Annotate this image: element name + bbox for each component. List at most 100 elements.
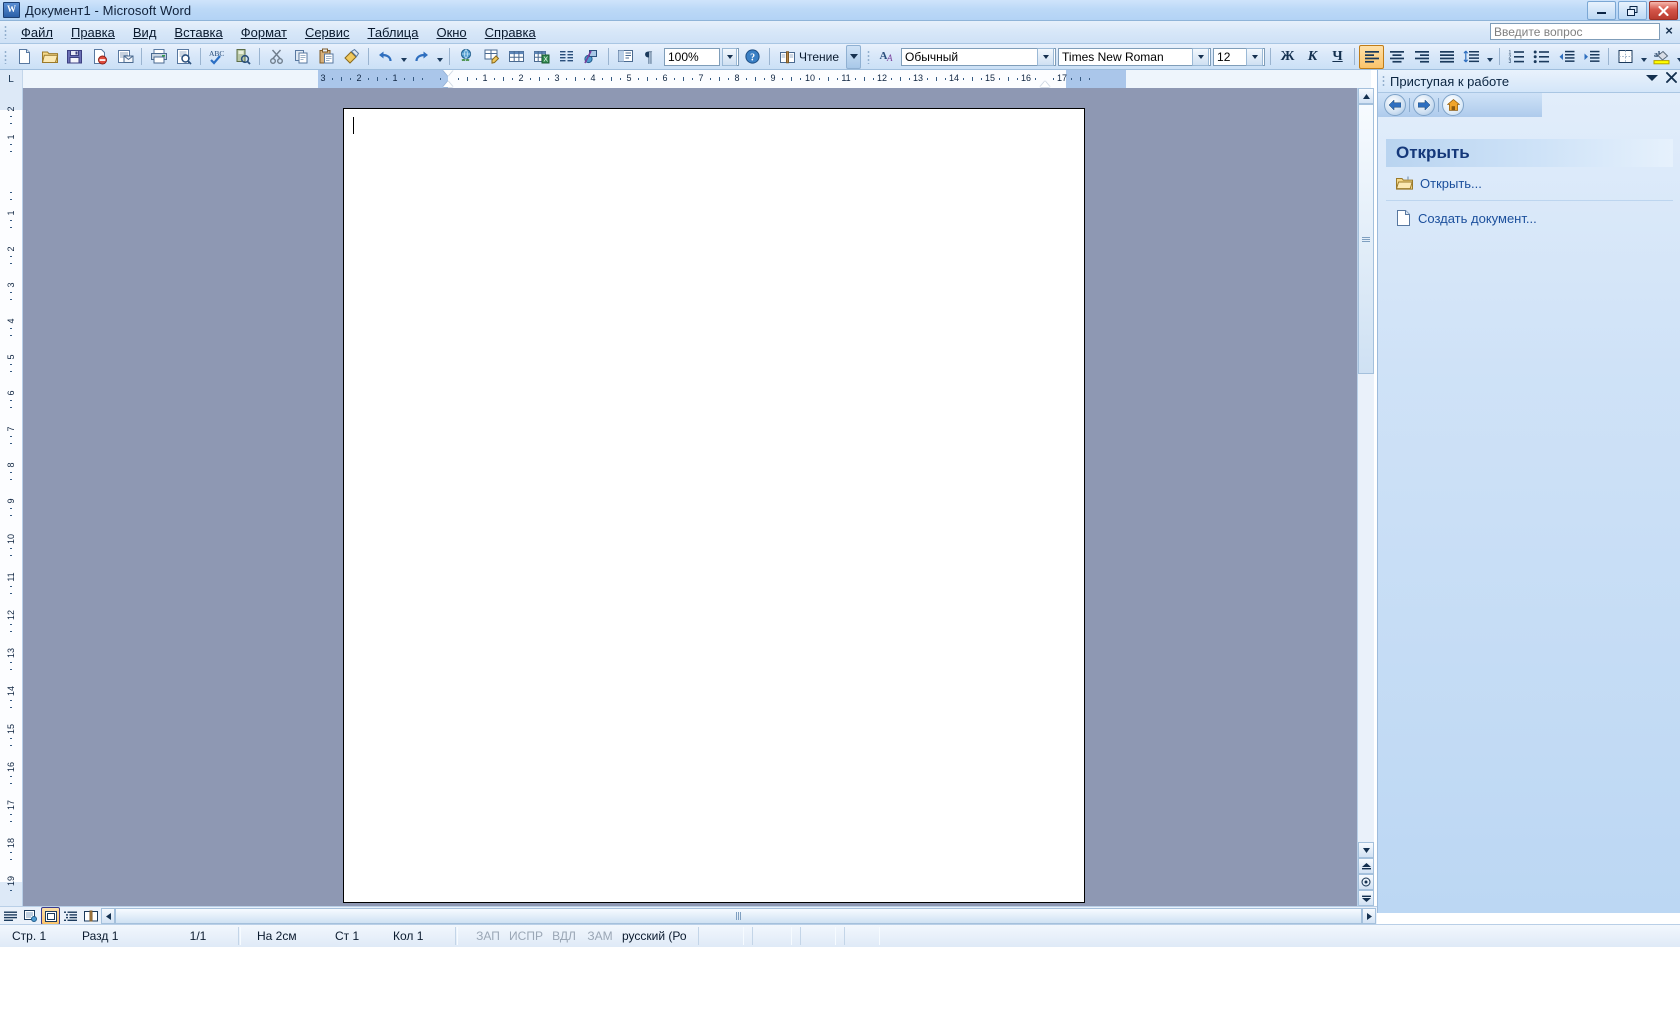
- styles-and-formatting-icon[interactable]: A A: [875, 45, 900, 69]
- reading-layout-view-icon[interactable]: [81, 907, 100, 925]
- undo-dropdown-arrow[interactable]: [398, 46, 409, 68]
- document-map-icon[interactable]: [613, 45, 638, 69]
- tab-stop-selector[interactable]: L: [0, 70, 23, 88]
- status-indicator-ext[interactable]: ВДЛ: [546, 927, 582, 945]
- task-pane-grip[interactable]: [1382, 75, 1385, 87]
- font-size-combo[interactable]: 12: [1213, 48, 1265, 66]
- status-indicator-rec[interactable]: ЗАП: [470, 927, 506, 945]
- print-preview-icon[interactable]: [171, 45, 196, 69]
- redo-dropdown-arrow[interactable]: [434, 46, 445, 68]
- help-icon[interactable]: ?: [740, 45, 765, 69]
- bold-button[interactable]: Ж: [1275, 45, 1300, 69]
- line-spacing-dropdown-arrow[interactable]: [1484, 46, 1495, 68]
- save-icon[interactable]: [62, 45, 87, 69]
- line-spacing-icon[interactable]: [1459, 45, 1484, 69]
- borders-icon[interactable]: [1613, 45, 1638, 69]
- cut-icon[interactable]: [264, 45, 289, 69]
- print-icon[interactable]: [146, 45, 171, 69]
- new-document-icon[interactable]: [12, 45, 37, 69]
- menu-edit[interactable]: Правка: [62, 22, 124, 43]
- previous-page-button[interactable]: [1358, 858, 1374, 874]
- task-pane-item-new-document[interactable]: Создать документ...: [1386, 201, 1673, 235]
- standard-toolbar-grip[interactable]: [4, 50, 7, 64]
- underline-button[interactable]: Ч: [1325, 45, 1350, 69]
- status-indicator-trk[interactable]: ИСПР: [506, 927, 546, 945]
- style-combo[interactable]: Обычный: [901, 48, 1056, 66]
- align-left-icon[interactable]: [1359, 45, 1384, 69]
- menubar-grip[interactable]: [4, 25, 7, 39]
- zoom-combo[interactable]: 100%: [664, 48, 720, 66]
- highlight-dropdown-arrow[interactable]: [1674, 46, 1680, 68]
- outline-view-icon[interactable]: [61, 907, 80, 925]
- document-page[interactable]: [343, 108, 1085, 903]
- bulleted-list-icon[interactable]: [1529, 45, 1554, 69]
- menu-window[interactable]: Окно: [427, 22, 475, 43]
- vertical-scroll-thumb[interactable]: [1358, 104, 1374, 374]
- zoom-chevron-down-icon[interactable]: [722, 48, 737, 66]
- back-arrow-icon[interactable]: [1384, 94, 1406, 116]
- close-icon[interactable]: [1666, 72, 1677, 83]
- menu-tools[interactable]: Сервис: [296, 22, 359, 43]
- close-button[interactable]: [1649, 1, 1678, 20]
- standard-toolbar-overflow-button[interactable]: [846, 45, 861, 69]
- numbered-list-icon[interactable]: 123: [1504, 45, 1529, 69]
- columns-icon[interactable]: [554, 45, 579, 69]
- align-center-icon[interactable]: [1384, 45, 1409, 69]
- minimize-button[interactable]: [1587, 1, 1616, 20]
- show-formatting-icon[interactable]: ¶: [638, 45, 663, 69]
- research-icon[interactable]: [230, 45, 255, 69]
- undo-icon[interactable]: [373, 45, 398, 69]
- menu-format[interactable]: Формат: [232, 22, 296, 43]
- hyperlink-icon[interactable]: [454, 45, 479, 69]
- zoom-combo-button[interactable]: [722, 48, 739, 66]
- formatting-toolbar-grip[interactable]: [867, 50, 870, 64]
- font-chevron-down-icon[interactable]: [1192, 48, 1209, 66]
- select-browse-object-button[interactable]: [1358, 874, 1374, 890]
- vertical-ruler[interactable]: 2 1 1 2 3 4 5 6 7 8 9 10 11 12 13 14 15 …: [0, 88, 23, 906]
- horizontal-scrollbar[interactable]: [101, 908, 1376, 924]
- reading-button[interactable]: Чтение: [774, 47, 844, 67]
- print-layout-view-icon[interactable]: [41, 907, 60, 925]
- horizontal-scroll-thumb[interactable]: [115, 908, 1362, 924]
- menu-file[interactable]: Файл: [12, 22, 62, 43]
- chevron-down-icon[interactable]: [1646, 74, 1658, 82]
- first-line-indent-marker[interactable]: [443, 70, 453, 76]
- normal-view-icon[interactable]: [1, 907, 20, 925]
- scroll-right-button[interactable]: [1362, 908, 1376, 924]
- menu-insert[interactable]: Вставка: [165, 22, 231, 43]
- tables-borders-icon[interactable]: [479, 45, 504, 69]
- right-indent-marker[interactable]: [1040, 81, 1050, 87]
- font-size-chevron-down-icon[interactable]: [1246, 48, 1263, 66]
- decrease-indent-icon[interactable]: [1554, 45, 1579, 69]
- insert-table-icon[interactable]: [504, 45, 529, 69]
- insert-excel-icon[interactable]: X: [529, 45, 554, 69]
- left-indent-marker[interactable]: [443, 81, 453, 87]
- horizontal-ruler-track[interactable]: 3 2 1 1 2 3 4 5 6 7 8 9 10: [23, 70, 1371, 88]
- drawing-icon[interactable]: [579, 45, 604, 69]
- home-icon[interactable]: [1442, 94, 1464, 116]
- menu-help[interactable]: Справка: [476, 22, 545, 43]
- borders-dropdown-arrow[interactable]: [1638, 46, 1649, 68]
- italic-button[interactable]: К: [1300, 45, 1325, 69]
- task-pane-item-open[interactable]: Открыть...: [1386, 167, 1673, 201]
- scroll-left-button[interactable]: [101, 908, 115, 924]
- scroll-down-button[interactable]: [1358, 842, 1374, 858]
- spelling-icon[interactable]: ABC: [205, 45, 230, 69]
- email-icon[interactable]: [112, 45, 137, 69]
- increase-indent-icon[interactable]: [1579, 45, 1604, 69]
- web-layout-view-icon[interactable]: [21, 907, 40, 925]
- forward-arrow-icon[interactable]: [1413, 94, 1435, 116]
- document-vertical-scrollbar[interactable]: [1357, 88, 1374, 906]
- align-right-icon[interactable]: [1409, 45, 1434, 69]
- format-painter-icon[interactable]: [339, 45, 364, 69]
- copy-icon[interactable]: [289, 45, 314, 69]
- permission-icon[interactable]: [87, 45, 112, 69]
- redo-icon[interactable]: [409, 45, 434, 69]
- highlight-icon[interactable]: ab: [1649, 45, 1674, 69]
- status-language[interactable]: русский (Ро: [618, 927, 690, 945]
- restore-button[interactable]: [1618, 1, 1647, 20]
- status-indicator-ovr[interactable]: ЗАМ: [582, 927, 618, 945]
- document-area[interactable]: [23, 88, 1371, 906]
- horizontal-ruler[interactable]: L 3 2 1 1 2 3 4 5 6 7 8: [0, 70, 1371, 89]
- open-icon[interactable]: [37, 45, 62, 69]
